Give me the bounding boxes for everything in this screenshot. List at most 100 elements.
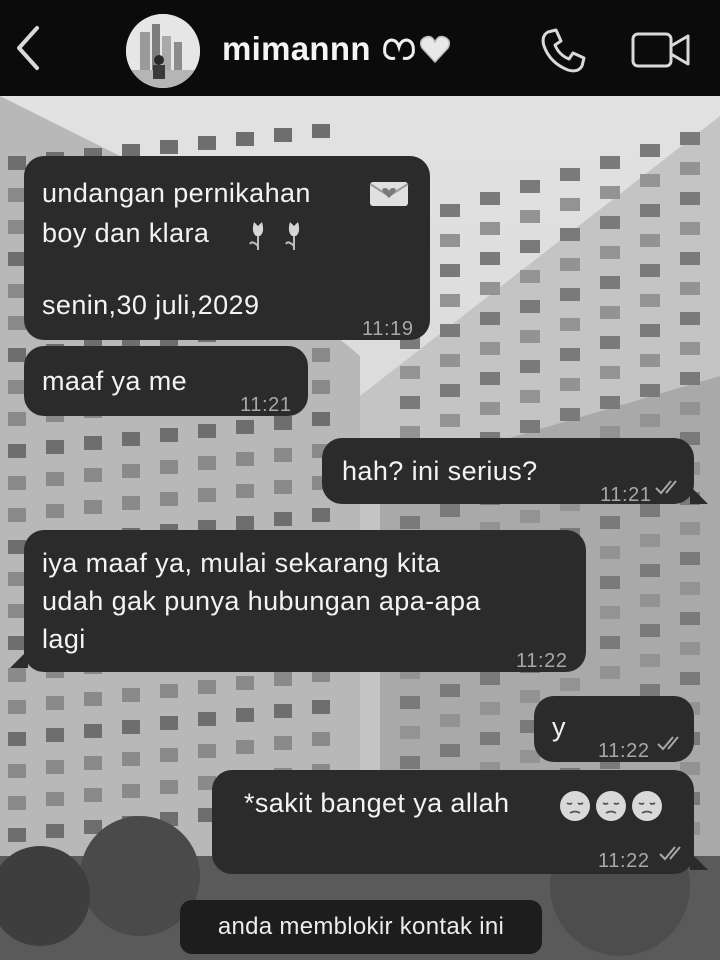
avatar[interactable] <box>126 14 200 88</box>
message-time: 11:22 <box>598 740 650 762</box>
wallpaper-window <box>640 414 660 427</box>
wallpaper-window <box>122 752 140 766</box>
wallpaper-window <box>640 294 660 307</box>
wallpaper-window <box>560 228 580 241</box>
wallpaper-window <box>560 258 580 271</box>
wallpaper-window <box>8 764 26 778</box>
back-button[interactable] <box>10 22 46 74</box>
heart-hands-icon <box>382 38 415 60</box>
wallpaper-window <box>122 784 140 798</box>
message-bubble-outgoing[interactable]: y 11:22 <box>534 696 694 762</box>
message-text: *sakit banget ya allah <box>244 788 510 818</box>
message-bubble-incoming[interactable]: iya maaf ya, mulai sekarang kita udah ga… <box>24 530 586 672</box>
message-time: 11:22 <box>598 850 650 872</box>
wallpaper-window <box>640 234 660 247</box>
wallpaper-window <box>400 396 420 409</box>
wallpaper-window <box>480 372 500 385</box>
wallpaper-window <box>640 174 660 187</box>
wallpaper-window <box>84 788 102 802</box>
wallpaper-window <box>520 420 540 433</box>
wallpaper-window <box>600 306 620 319</box>
wallpaper-window <box>312 508 330 522</box>
wallpaper-window <box>312 700 330 714</box>
wallpaper-window <box>274 480 292 494</box>
wallpaper-window <box>600 156 620 169</box>
wallpaper-window <box>680 192 700 205</box>
wallpaper-window <box>160 428 178 442</box>
message-text: lagi <box>42 624 86 654</box>
message-text: hah? ini serius? <box>342 456 538 486</box>
message-bubble-outgoing[interactable]: *sakit banget ya allah 11:22 <box>212 770 694 874</box>
message-bubble-outgoing[interactable]: hah? ini serius? 11:21 <box>322 438 694 506</box>
wallpaper-window <box>198 136 216 150</box>
wallpaper-window <box>680 522 700 535</box>
wallpaper-window <box>680 222 700 235</box>
video-camera-icon <box>631 32 690 68</box>
wallpaper-window <box>160 716 178 730</box>
wallpaper-window <box>640 384 660 397</box>
wallpaper-window <box>640 624 660 637</box>
message-bubble-incoming[interactable]: maaf ya me 11:21 <box>24 346 308 416</box>
message-text: undangan pernikahan <box>42 178 311 208</box>
wallpaper-window <box>312 348 330 362</box>
wallpaper-window <box>440 234 460 247</box>
wallpaper-window <box>680 342 700 355</box>
message-text: iya maaf ya, mulai sekarang kita <box>42 548 441 578</box>
wallpaper-window <box>274 704 292 718</box>
blocked-contact-notice: anda memblokir kontak ini <box>180 900 542 954</box>
wallpaper-window <box>480 222 500 235</box>
wallpaper-window <box>122 496 140 510</box>
wallpaper-window <box>440 204 460 217</box>
wallpaper-window <box>160 780 178 794</box>
call-button[interactable] <box>538 26 588 76</box>
wallpaper-window <box>8 508 26 522</box>
wallpaper-window <box>680 312 700 325</box>
message-time: 11:19 <box>362 318 414 340</box>
pensive-face-emoji <box>560 791 662 821</box>
wallpaper-window <box>46 760 64 774</box>
tulip-emoji <box>249 222 300 250</box>
wallpaper-window <box>520 210 540 223</box>
wallpaper-window <box>440 504 460 517</box>
wallpaper-window <box>480 192 500 205</box>
video-call-button[interactable] <box>630 28 692 72</box>
wallpaper-window <box>46 472 64 486</box>
message-text: maaf ya me <box>42 366 188 396</box>
message-time: 11:21 <box>240 394 292 416</box>
wallpaper-window <box>198 680 216 694</box>
wallpaper-window <box>600 276 620 289</box>
contact-name[interactable]: mimannn <box>222 30 451 68</box>
message-text: udah gak punya hubungan apa-apa <box>42 586 481 616</box>
contact-name-text: mimannn <box>222 30 371 67</box>
wallpaper-window <box>480 402 500 415</box>
wallpaper-window <box>440 354 460 367</box>
wallpaper-window <box>160 748 178 762</box>
wallpaper-window <box>312 124 330 138</box>
wallpaper-window <box>198 456 216 470</box>
wallpaper-window <box>680 282 700 295</box>
wallpaper-window <box>600 396 620 409</box>
wallpaper-window <box>8 444 26 458</box>
wallpaper-window <box>8 828 26 842</box>
heart-icon <box>419 35 450 64</box>
wallpaper-window <box>400 726 420 739</box>
wallpaper-window <box>440 414 460 427</box>
wallpaper-window <box>236 740 254 754</box>
wallpaper-window <box>274 448 292 462</box>
wallpaper-window <box>236 516 254 530</box>
wallpaper-window <box>440 324 460 337</box>
wallpaper-window <box>520 270 540 283</box>
double-check-icon <box>655 480 677 495</box>
wallpaper-window <box>236 708 254 722</box>
message-time: 11:21 <box>600 484 652 506</box>
wallpaper-window <box>680 612 700 625</box>
wallpaper-window <box>122 464 140 478</box>
message-bubble-incoming[interactable]: undangan pernikahan boy dan klara senin,… <box>24 156 430 340</box>
wallpaper-window <box>600 576 620 589</box>
message-text: senin,30 juli,2029 <box>42 290 260 320</box>
wallpaper-window <box>520 510 540 523</box>
wallpaper-window <box>84 820 102 834</box>
wallpaper-window <box>198 424 216 438</box>
wallpaper-window <box>84 468 102 482</box>
bubble-tail <box>690 486 708 504</box>
